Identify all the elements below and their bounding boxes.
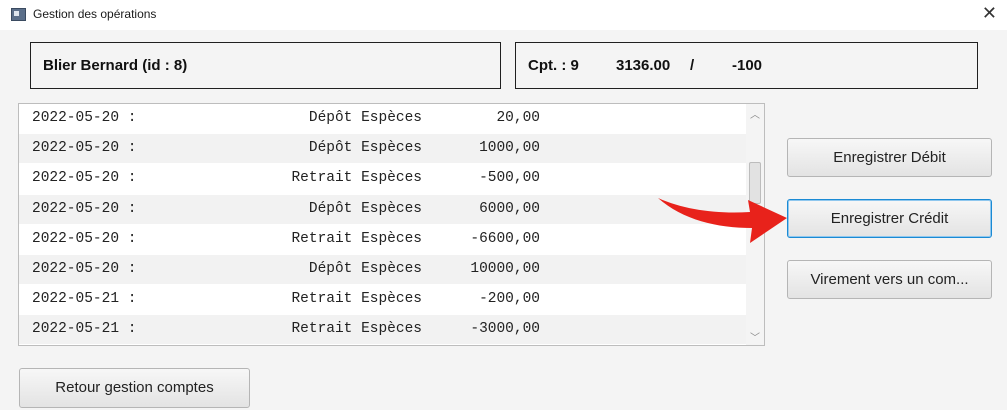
- operation-type: Dépôt Espèces: [308, 200, 422, 217]
- scroll-down-icon[interactable]: ﹀: [750, 329, 760, 344]
- list-item[interactable]: 2022-05-21 : Retrait Espèces -200,00: [19, 285, 747, 315]
- virement-button[interactable]: Virement vers un com...: [787, 260, 992, 299]
- operation-type: Retrait Espèces: [291, 321, 422, 338]
- list-item[interactable]: 2022-05-20 : Dépôt Espèces 10000,00: [19, 255, 747, 284]
- operation-date: 2022-05-21 :: [32, 291, 137, 308]
- account-balance: 3136.00: [616, 57, 671, 74]
- scroll-up-icon[interactable]: ︿: [750, 106, 760, 121]
- list-item[interactable]: 2022-05-21 : Retrait Espèces -3000,00: [19, 315, 747, 345]
- operation-date: 2022-05-20 :: [32, 110, 137, 126]
- list-item[interactable]: 2022-05-20 : Dépôt Espèces 6000,00: [19, 194, 747, 224]
- window-title: Gestion des opérations: [33, 7, 157, 21]
- operation-amount: -6600,00: [470, 230, 540, 247]
- list-item[interactable]: 2022-05-20 : Dépôt Espèces 20,00: [19, 104, 747, 133]
- operation-type: Retrait Espèces: [291, 230, 422, 247]
- operation-date: 2022-05-20 :: [32, 170, 137, 187]
- overdraft-limit: -100: [732, 57, 763, 74]
- operation-amount: -200,00: [479, 291, 540, 308]
- operation-date: 2022-05-20 :: [32, 200, 137, 217]
- operation-type: Dépôt Espèces: [308, 261, 422, 277]
- operation-amount: -3000,00: [470, 321, 540, 338]
- title-bar: Gestion des opérations ✕: [0, 0, 1007, 30]
- operation-amount: 20,00: [496, 110, 540, 126]
- red-arrow-icon: [658, 198, 787, 243]
- balance-separator: /: [690, 57, 695, 74]
- operation-amount: 1000,00: [479, 140, 540, 157]
- operation-type: Retrait Espèces: [291, 170, 422, 187]
- client-info-label: Blier Bernard (id : 8): [43, 57, 188, 74]
- list-item[interactable]: 2022-05-20 : Retrait Espèces -6600,00: [19, 224, 747, 254]
- operation-type: Retrait Espèces: [291, 291, 422, 308]
- list-item[interactable]: 2022-05-20 : Retrait Espèces -500,00: [19, 164, 747, 194]
- operation-type: Dépôt Espèces: [308, 110, 422, 126]
- operation-amount: 10000,00: [470, 261, 540, 277]
- retour-gestion-comptes-button[interactable]: Retour gestion comptes: [19, 368, 250, 408]
- operation-amount: 6000,00: [479, 200, 540, 217]
- operation-date: 2022-05-20 :: [32, 230, 137, 247]
- app-window-icon: [11, 8, 26, 21]
- operation-amount: -500,00: [479, 170, 540, 187]
- client-info-box: Blier Bernard (id : 8): [30, 42, 501, 89]
- operation-type: Dépôt Espèces: [308, 140, 422, 157]
- account-number-label: Cpt. : 9: [528, 57, 579, 74]
- operation-date: 2022-05-20 :: [32, 261, 137, 277]
- operation-date: 2022-05-21 :: [32, 321, 137, 338]
- account-info-box: Cpt. : 9 3136.00 / -100: [515, 42, 978, 89]
- list-item[interactable]: 2022-05-20 : Dépôt Espèces 1000,00: [19, 134, 747, 164]
- enregistrer-debit-button[interactable]: Enregistrer Débit: [787, 138, 992, 177]
- close-icon[interactable]: ✕: [982, 3, 997, 23]
- operations-list[interactable]: 2022-05-20 : Dépôt Espèces 20,00 2022-05-20…: [18, 103, 765, 346]
- red-arrow-shape: [658, 198, 787, 243]
- operation-date: 2022-05-20 :: [32, 140, 137, 157]
- enregistrer-credit-button[interactable]: Enregistrer Crédit: [787, 199, 992, 238]
